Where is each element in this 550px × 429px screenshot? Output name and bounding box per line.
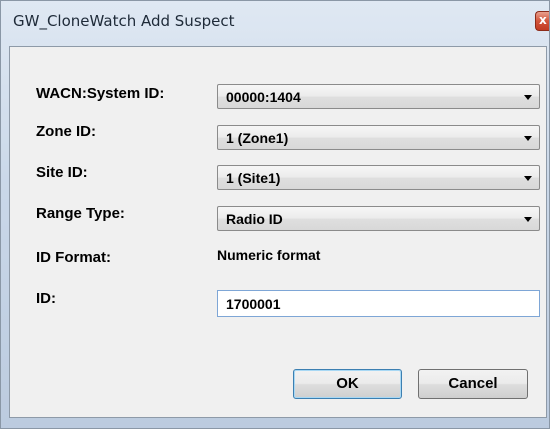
range-type-label: Range Type: bbox=[36, 205, 125, 222]
title-bar[interactable]: GW_CloneWatch Add Suspect x bbox=[1, 1, 549, 46]
id-label: ID: bbox=[36, 290, 56, 307]
zone-id-label: Zone ID: bbox=[36, 123, 96, 140]
range-type-value: Radio ID bbox=[226, 211, 283, 227]
zone-id-dropdown[interactable]: 1 (Zone1) bbox=[217, 125, 540, 150]
wacn-system-id-label: WACN:System ID: bbox=[36, 85, 165, 102]
chevron-down-icon bbox=[524, 95, 532, 100]
id-format-value: Numeric format bbox=[217, 247, 321, 263]
ok-button[interactable]: OK bbox=[293, 369, 402, 399]
chevron-down-icon bbox=[524, 217, 532, 222]
site-id-dropdown[interactable]: 1 (Site1) bbox=[217, 165, 540, 190]
site-id-value: 1 (Site1) bbox=[226, 170, 281, 186]
id-input-value: 1700001 bbox=[226, 296, 281, 312]
wacn-system-id-dropdown[interactable]: 00000:1404 bbox=[217, 84, 540, 109]
dialog-window: GW_CloneWatch Add Suspect x WACN:System … bbox=[0, 0, 550, 429]
close-icon: x bbox=[539, 13, 547, 27]
zone-id-value: 1 (Zone1) bbox=[226, 130, 289, 146]
chevron-down-icon bbox=[524, 176, 532, 181]
id-format-label: ID Format: bbox=[36, 249, 111, 266]
id-input[interactable]: 1700001 bbox=[217, 290, 540, 317]
chevron-down-icon bbox=[524, 136, 532, 141]
cancel-button[interactable]: Cancel bbox=[418, 369, 528, 399]
wacn-system-id-value: 00000:1404 bbox=[226, 89, 301, 105]
close-button[interactable]: x bbox=[535, 11, 549, 31]
range-type-dropdown[interactable]: Radio ID bbox=[217, 206, 540, 231]
window-title: GW_CloneWatch Add Suspect bbox=[13, 12, 235, 30]
site-id-label: Site ID: bbox=[36, 164, 88, 181]
dialog-content: WACN:System ID: 00000:1404 Zone ID: 1 (Z… bbox=[9, 46, 547, 418]
